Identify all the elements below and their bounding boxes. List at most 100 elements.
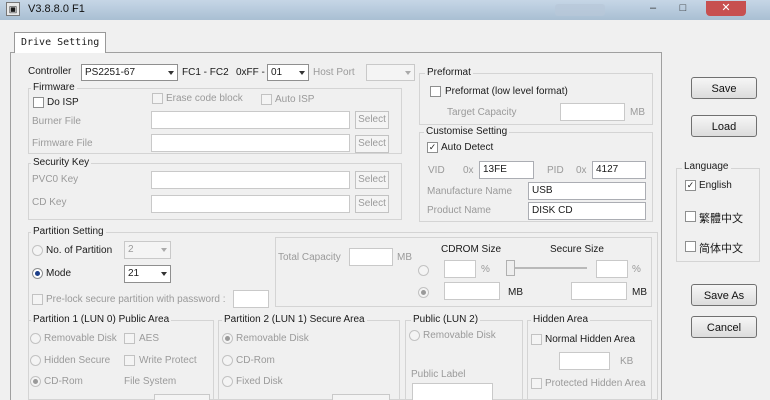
no-of-partition-select[interactable]: 2 [124, 241, 171, 259]
lun1-title: Partition 2 (LUN 1) Secure Area [222, 314, 367, 325]
lun1-removable-label: Removable Disk [236, 333, 309, 344]
maximize-button[interactable]: □ [670, 1, 696, 16]
file-system-label: File System [124, 376, 177, 387]
cd-key-label: CD Key [32, 197, 67, 208]
fc-label: FC1 - FC2 [182, 67, 229, 78]
write-protect-checkbox[interactable] [124, 355, 135, 366]
lun1-cdrom-label: CD-Rom [236, 355, 275, 366]
auto-detect-checkbox[interactable]: ✓ [427, 142, 438, 153]
protected-hidden-checkbox[interactable] [531, 378, 542, 389]
vid-input[interactable]: 13FE [479, 161, 534, 179]
no-of-partition-label: No. of Partition [46, 245, 113, 256]
preformat-checkbox[interactable] [430, 86, 441, 97]
target-capacity-unit: MB [630, 107, 645, 118]
file-system-select[interactable] [154, 394, 210, 400]
aes-checkbox[interactable] [124, 333, 135, 344]
lun1-fixed-label: Fixed Disk [236, 376, 283, 387]
pid-input[interactable]: 4127 [592, 161, 646, 179]
burner-file-label: Burner File [32, 116, 81, 127]
lun0-cdrom-radio[interactable] [30, 376, 41, 387]
size-slider-thumb[interactable] [506, 260, 515, 276]
close-button[interactable]: ✕ [706, 1, 746, 16]
mb-radio[interactable] [418, 287, 429, 298]
minimize-button[interactable]: – [640, 1, 666, 16]
lun1-fixed-radio[interactable] [222, 376, 233, 387]
lun0-removable-radio[interactable] [30, 333, 41, 344]
lun1-select[interactable] [332, 394, 390, 400]
pvc0-select-button[interactable]: Select [355, 171, 389, 189]
aes-label: AES [139, 333, 160, 344]
fc-hex-label: 0xFF - [236, 67, 265, 78]
firmware-title: Firmware [31, 82, 77, 93]
controller-select[interactable]: PS2251-67 [81, 64, 178, 81]
hidden-area-title: Hidden Area [531, 314, 591, 325]
cancel-button[interactable]: Cancel [691, 316, 757, 338]
product-name-input[interactable]: DISK CD [528, 202, 646, 220]
firmware-select-button[interactable]: Select [355, 135, 389, 153]
do-isp-checkbox[interactable] [33, 97, 44, 108]
lun1-cdrom-radio[interactable] [222, 355, 233, 366]
firmware-file-input[interactable] [151, 134, 350, 152]
cdrom-size-label: CDROM Size [441, 244, 502, 255]
size-slider-track[interactable] [507, 267, 587, 269]
hidden-kb-unit: KB [620, 356, 634, 367]
hidden-kb-input[interactable] [559, 352, 610, 370]
cd-select-button[interactable]: Select [355, 195, 389, 213]
burner-select-button[interactable]: Select [355, 111, 389, 129]
total-capacity-unit: MB [397, 252, 412, 263]
english-checkbox[interactable]: ✓ [685, 180, 696, 191]
total-capacity-input[interactable] [349, 248, 393, 266]
chevron-down-icon [168, 71, 174, 75]
manufacture-name-input[interactable]: USB [528, 182, 646, 200]
cdrom-mb-input[interactable] [444, 282, 500, 300]
protected-hidden-label: Protected Hidden Area [545, 378, 646, 389]
chevron-down-icon [299, 71, 305, 75]
public-label-text: Public Label [411, 369, 466, 380]
auto-isp-checkbox[interactable] [261, 94, 272, 105]
no-of-partition-radio[interactable] [32, 245, 43, 256]
chevron-down-icon [161, 272, 167, 276]
lun0-title: Partition 1 (LUN 0) Public Area [31, 314, 172, 325]
secure-mb-input[interactable] [571, 282, 627, 300]
prelock-password-input[interactable] [233, 290, 269, 308]
customise-title: Customise Setting [424, 126, 510, 137]
lun1-removable-radio[interactable] [222, 333, 233, 344]
mode-label: Mode [46, 268, 72, 279]
save-button[interactable]: Save [691, 77, 757, 99]
prelock-checkbox[interactable] [32, 294, 43, 305]
pvc0-key-input[interactable] [151, 171, 350, 189]
controller-label: Controller [28, 66, 72, 77]
cdrom-percent-input[interactable] [444, 260, 476, 278]
traditional-chinese-checkbox[interactable] [685, 211, 696, 222]
write-protect-label: Write Protect [139, 355, 197, 366]
product-name-label: Product Name [427, 205, 491, 216]
normal-hidden-checkbox[interactable] [531, 334, 542, 345]
secure-mb-unit: MB [632, 287, 647, 298]
hidden-secure-label: Hidden Secure [44, 355, 111, 366]
cd-key-input[interactable] [151, 195, 350, 213]
hidden-secure-radio[interactable] [30, 355, 41, 366]
secure-percent-input[interactable] [596, 260, 628, 278]
percent-radio[interactable] [418, 265, 429, 276]
burner-file-input[interactable] [151, 111, 350, 129]
target-capacity-input[interactable] [560, 103, 625, 121]
public-label-input[interactable] [412, 383, 493, 400]
load-button[interactable]: Load [691, 115, 757, 137]
simplified-chinese-checkbox[interactable] [685, 241, 696, 252]
erase-checkbox[interactable] [152, 93, 163, 104]
lun2-removable-label: Removable Disk [423, 330, 496, 341]
english-label: English [699, 180, 732, 191]
lun2-removable-radio[interactable] [409, 330, 420, 341]
host-port-select[interactable] [366, 64, 415, 81]
mode-select[interactable]: 21 [124, 265, 171, 283]
traditional-chinese-label: 繁體中文 [699, 213, 743, 225]
pid-hex-prefix: 0x [576, 165, 587, 176]
partition-setting-title: Partition Setting [31, 226, 106, 237]
tab-drive-setting[interactable]: Drive Setting [14, 32, 107, 53]
mode-radio[interactable] [32, 268, 43, 279]
auto-detect-label: Auto Detect [441, 142, 494, 153]
fc-select[interactable]: 01 [267, 64, 309, 81]
lun0-removable-label: Removable Disk [44, 333, 117, 344]
vid-hex-prefix: 0x [463, 165, 474, 176]
save-as-button[interactable]: Save As [691, 284, 757, 306]
